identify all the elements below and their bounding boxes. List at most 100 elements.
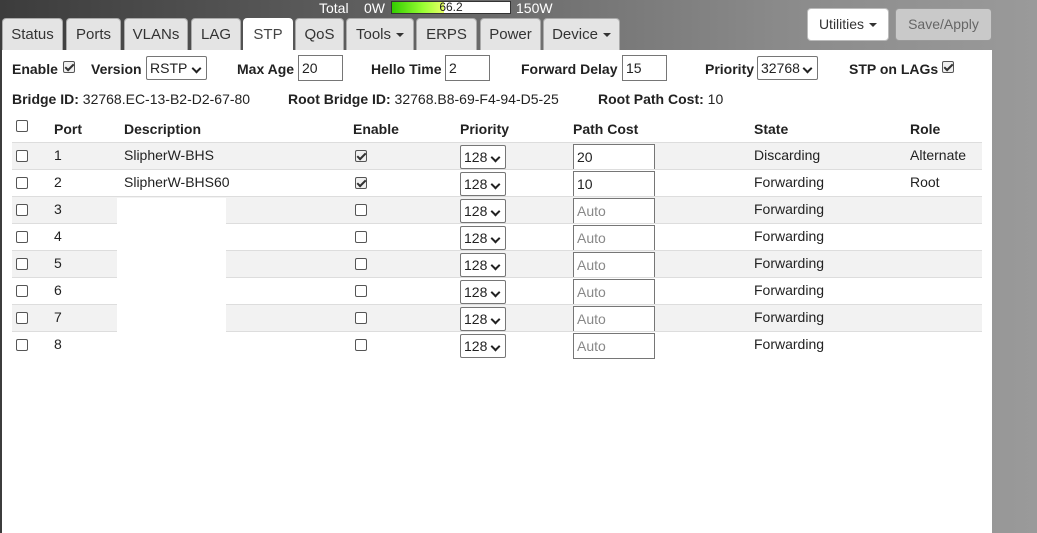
priority-label: Priority xyxy=(705,61,755,77)
row-select-checkbox[interactable] xyxy=(16,231,28,243)
row-select-checkbox[interactable] xyxy=(16,312,28,324)
port-priority-select[interactable]: 128 xyxy=(460,145,506,169)
port-priority-select[interactable]: 128 xyxy=(460,280,506,304)
path-cost-input[interactable]: 20 xyxy=(573,144,655,170)
save-apply-button[interactable]: Save/Apply xyxy=(895,8,992,41)
hello-time-input[interactable]: 2 xyxy=(445,55,490,81)
forward-delay-input[interactable]: 15 xyxy=(622,55,667,81)
port-role: Root xyxy=(910,174,940,190)
port-state: Forwarding xyxy=(754,282,825,298)
row-select-checkbox[interactable] xyxy=(16,177,28,189)
chevron-down-icon xyxy=(869,23,878,28)
port-state: Forwarding xyxy=(754,336,825,352)
port-priority-select[interactable]: 128 xyxy=(460,226,506,250)
power-max-label: 150W xyxy=(516,0,553,16)
enable-label: Enable xyxy=(12,61,58,77)
max-age-label: Max Age xyxy=(237,61,295,77)
port-enable-checkbox[interactable] xyxy=(355,231,367,243)
version-label: Version xyxy=(91,61,142,77)
tab-ports[interactable]: Ports xyxy=(66,18,121,50)
row-select-checkbox[interactable] xyxy=(16,339,28,351)
path-cost-input[interactable]: Auto xyxy=(573,306,655,332)
chevron-down-icon xyxy=(602,33,611,38)
port-enable-checkbox[interactable] xyxy=(355,150,367,162)
port-state: Forwarding xyxy=(754,309,825,325)
port-enable-checkbox[interactable] xyxy=(355,258,367,270)
port-number: 5 xyxy=(54,255,62,271)
col-port: Port xyxy=(54,121,82,137)
forward-delay-label: Forward Delay xyxy=(521,61,618,77)
port-number: 4 xyxy=(54,228,62,244)
power-min-label: 0W xyxy=(364,0,385,16)
power-total-label: Total xyxy=(319,0,349,16)
table-row: 1 SlipherW-BHS 128 20 Discarding Alternate xyxy=(12,142,982,170)
port-number: 1 xyxy=(54,147,62,163)
port-priority-select[interactable]: 128 xyxy=(460,253,506,277)
stp-panel: Enable Version RSTP Max Age 20 Hello Tim… xyxy=(2,50,992,533)
port-number: 2 xyxy=(54,174,62,190)
port-priority-select[interactable]: 128 xyxy=(460,199,506,223)
port-priority-select[interactable]: 128 xyxy=(460,334,506,358)
path-cost-input[interactable]: Auto xyxy=(573,198,655,224)
port-enable-checkbox[interactable] xyxy=(355,285,367,297)
port-enable-checkbox[interactable] xyxy=(355,204,367,216)
root-bridge-id: Root Bridge ID: 32768.B8-69-F4-94-D5-25 xyxy=(288,91,559,107)
bridge-id: Bridge ID: 32768.EC-13-B2-D2-67-80 xyxy=(12,91,251,107)
col-path-cost: Path Cost xyxy=(573,121,639,137)
description-redaction xyxy=(117,198,226,381)
root-path-cost: Root Path Cost: 10 xyxy=(598,91,724,107)
tab-status[interactable]: Status xyxy=(2,18,63,50)
col-role: Role xyxy=(910,121,941,137)
row-select-checkbox[interactable] xyxy=(16,204,28,216)
port-priority-select[interactable]: 128 xyxy=(460,307,506,331)
path-cost-input[interactable]: Auto xyxy=(573,252,655,278)
utilities-button[interactable]: Utilities xyxy=(807,8,889,41)
port-number: 6 xyxy=(54,282,62,298)
port-state: Forwarding xyxy=(754,255,825,271)
row-select-checkbox[interactable] xyxy=(16,285,28,297)
table-row: 2 SlipherW-BHS60 128 10 Forwarding Root xyxy=(12,169,982,197)
port-number: 7 xyxy=(54,309,62,325)
tab-device[interactable]: Device xyxy=(543,18,620,50)
version-select[interactable]: RSTP xyxy=(146,56,207,80)
stp-on-lags-checkbox[interactable] xyxy=(942,61,954,73)
max-age-input[interactable]: 20 xyxy=(298,55,343,81)
path-cost-input[interactable]: 10 xyxy=(573,171,655,197)
bridge-priority-select[interactable]: 32768 xyxy=(757,56,818,80)
port-state: Discarding xyxy=(754,147,821,163)
port-state: Forwarding xyxy=(754,174,825,190)
path-cost-input[interactable]: Auto xyxy=(573,333,655,359)
power-bar: 66.2 xyxy=(391,1,511,14)
port-number: 8 xyxy=(54,336,62,352)
chevron-down-icon xyxy=(396,33,405,38)
port-description: SlipherW-BHS60 xyxy=(124,174,230,190)
port-state: Forwarding xyxy=(754,201,825,217)
port-state: Forwarding xyxy=(754,228,825,244)
path-cost-input[interactable]: Auto xyxy=(573,225,655,251)
col-enable: Enable xyxy=(353,121,399,137)
port-priority-select[interactable]: 128 xyxy=(460,172,506,196)
select-all-checkbox[interactable] xyxy=(16,120,28,132)
port-enable-checkbox[interactable] xyxy=(355,177,367,189)
port-enable-checkbox[interactable] xyxy=(355,339,367,351)
port-enable-checkbox[interactable] xyxy=(355,312,367,324)
port-description: SlipherW-BHS xyxy=(124,147,214,163)
row-select-checkbox[interactable] xyxy=(16,258,28,270)
enable-checkbox[interactable] xyxy=(63,61,75,73)
tab-stp[interactable]: STP xyxy=(243,18,293,50)
tab-tools[interactable]: Tools xyxy=(346,18,414,50)
hello-time-label: Hello Time xyxy=(371,61,442,77)
tab-power[interactable]: Power xyxy=(480,18,541,50)
port-number: 3 xyxy=(54,201,62,217)
row-select-checkbox[interactable] xyxy=(16,150,28,162)
port-role: Alternate xyxy=(910,147,967,163)
tab-lag[interactable]: LAG xyxy=(191,18,241,50)
col-state: State xyxy=(754,121,789,137)
stp-on-lags-label: STP on LAGs xyxy=(849,61,939,77)
col-description: Description xyxy=(124,121,202,137)
tab-vlans[interactable]: VLANs xyxy=(124,18,188,50)
tab-erps[interactable]: ERPS xyxy=(416,18,477,50)
path-cost-input[interactable]: Auto xyxy=(573,279,655,305)
tab-qos[interactable]: QoS xyxy=(295,18,344,50)
power-value: 66.2 xyxy=(439,1,463,14)
